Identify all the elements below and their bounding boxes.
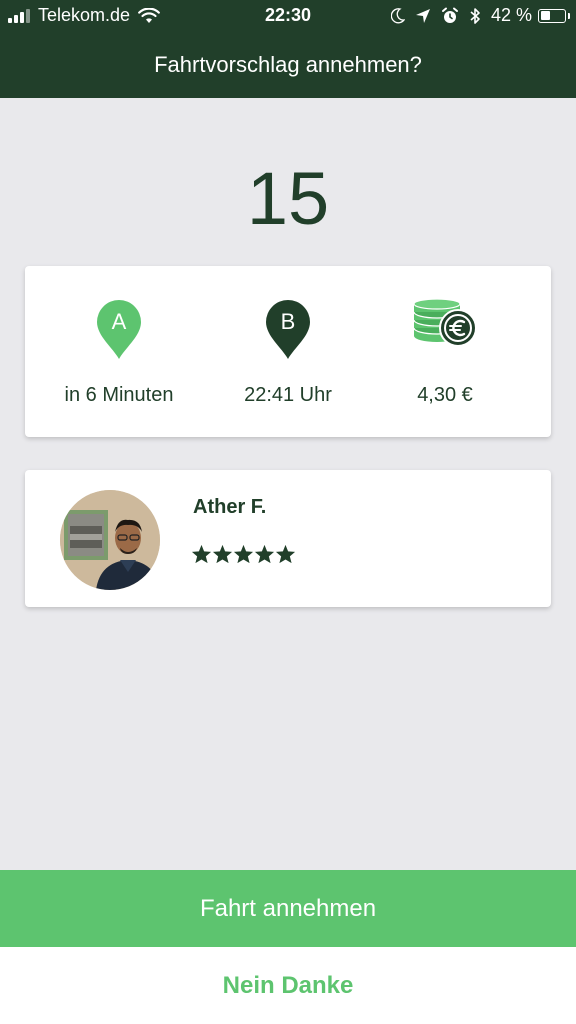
dropoff-icon-wrap: B [198, 298, 378, 362]
star-icon [275, 544, 296, 564]
driver-name: Ather F. [193, 496, 267, 518]
price-amount: 4,30 € [417, 384, 473, 406]
location-arrow-icon [415, 8, 431, 24]
driver-avatar [60, 490, 160, 590]
decline-button[interactable]: Nein Danke [0, 947, 576, 1024]
accept-ride-button[interactable]: Fahrt annehmen [0, 870, 576, 947]
top-bar: Telekom.de 22:30 42 % Fahrtvorschlag ann… [0, 0, 576, 98]
pickup-icon-wrap: A [29, 298, 209, 362]
trip-details-card: A in 6 Minuten B 22:41 Uhr 4,30 € [25, 266, 551, 437]
star-icon [191, 544, 212, 564]
status-bar-right: 42 % [381, 5, 570, 26]
pickup-info: A in 6 Minuten [29, 266, 209, 437]
battery-icon [538, 8, 570, 23]
euro-coins-icon [413, 298, 477, 347]
battery-fill [540, 11, 551, 20]
status-bar: Telekom.de 22:30 42 % [0, 0, 576, 32]
dropoff-info: B 22:41 Uhr [198, 266, 378, 437]
moon-icon [390, 7, 405, 24]
driver-rating [191, 544, 296, 564]
dropoff-pin-icon: B [266, 300, 310, 359]
price-info: 4,30 € [355, 266, 535, 437]
driver-card: Ather F. [25, 470, 551, 607]
alarm-icon [441, 7, 459, 25]
bluetooth-icon [469, 7, 481, 25]
dropoff-time: 22:41 Uhr [244, 384, 332, 406]
star-icon [212, 544, 233, 564]
pickup-pin-icon: A [97, 300, 141, 359]
countdown-timer: 15 [246, 157, 330, 240]
pickup-marker-letter: A [112, 309, 127, 334]
page-title: Fahrtvorschlag annehmen? [154, 52, 422, 77]
dropoff-marker-letter: B [281, 309, 296, 334]
star-icon [233, 544, 254, 564]
ride-offer-screen: Telekom.de 22:30 42 % Fahrtvorschlag ann… [0, 0, 576, 1024]
price-icon-wrap [355, 298, 535, 362]
pickup-eta: in 6 Minuten [64, 384, 174, 406]
battery-percentage: 42 % [490, 5, 532, 25]
star-icon [254, 544, 275, 564]
